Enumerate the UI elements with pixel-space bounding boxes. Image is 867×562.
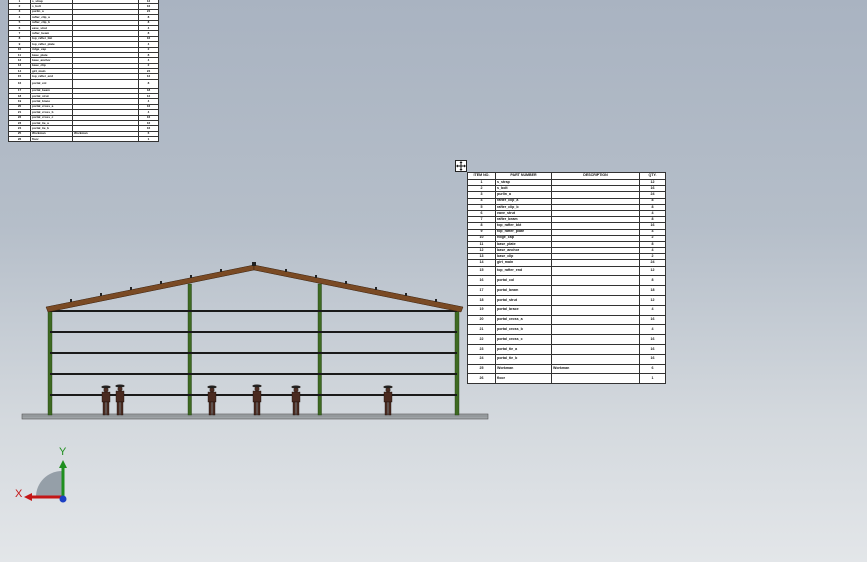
part-number-cell: portal_cross_c — [495, 334, 552, 345]
description-cell — [551, 295, 640, 306]
table-row: 26 floor 1 — [467, 373, 666, 385]
part-number-cell: portal_col — [30, 78, 73, 89]
table-row: 19 portal_brace 4 — [467, 304, 666, 316]
part-number-cell: portal_tie_a — [495, 344, 552, 355]
qty-cell: 16 — [639, 314, 666, 326]
header-item-no: ITEM NO. — [467, 172, 496, 180]
qty-cell: 6 — [639, 363, 666, 375]
table-row: 25 Workman Workman 6 — [467, 363, 666, 375]
part-number-cell: portal_col — [495, 275, 552, 287]
qty-cell: 16 — [639, 353, 666, 365]
table-row: 24 portal_tie_b 16 — [467, 353, 666, 365]
table-row: 15 top_rafter_end 12 — [467, 265, 666, 277]
item-no-cell: 17 — [467, 285, 496, 297]
triad-plane-xy — [36, 471, 62, 497]
qty-cell: 4 — [639, 304, 666, 316]
table-row: 16 portal_col 8 — [8, 78, 159, 89]
table-row: 16 portal_col 8 — [467, 275, 666, 287]
item-no-cell: 25 — [467, 363, 496, 375]
item-no-cell: 26 — [467, 373, 496, 385]
item-no-cell: 20 — [467, 314, 496, 326]
description-cell — [72, 78, 139, 89]
part-number-cell: Workman — [495, 363, 552, 375]
qty-cell: 1 — [138, 136, 159, 143]
table-row: 20 portal_cross_a 16 — [467, 314, 666, 326]
part-number-cell: portal_brace — [495, 304, 552, 316]
girts — [50, 310, 457, 396]
item-no-cell: 16 — [8, 78, 31, 89]
item-no-cell: 21 — [467, 324, 496, 336]
description-cell — [551, 353, 640, 365]
table-row: 22 portal_cross_c 16 — [467, 334, 666, 345]
description-cell — [551, 324, 640, 336]
axis-z-dot — [59, 495, 67, 503]
item-no-cell: 18 — [467, 295, 496, 306]
bom-table-top-left: 1 s_strap 12 2 s_bolt 16 3 purlin_a 24 4 rafter_cl… — [8, 0, 159, 143]
qty-cell: 4 — [639, 324, 666, 336]
workman-6 — [383, 385, 393, 416]
item-no-cell: 23 — [467, 344, 496, 355]
description-cell — [551, 265, 640, 277]
part-number-cell: portal_cross_a — [495, 314, 552, 326]
header-description: DESCRIPTION — [551, 172, 640, 180]
table-row: 18 portal_strut 12 — [467, 295, 666, 306]
workman-4 — [252, 384, 262, 416]
table-row: 23 portal_tie_a 16 — [467, 344, 666, 355]
qty-cell: 18 — [639, 285, 666, 297]
axis-x-arrow — [24, 493, 32, 501]
description-cell — [551, 285, 640, 297]
part-number-cell: floor — [495, 373, 552, 385]
table-row: 17 portal_beam 18 — [467, 285, 666, 297]
item-no-cell: 15 — [467, 265, 496, 277]
axis-y-label: Y — [59, 446, 67, 458]
column-right — [454, 307, 460, 416]
item-no-cell: 24 — [467, 353, 496, 365]
description-cell: Workman — [551, 363, 640, 375]
description-cell — [551, 275, 640, 287]
part-number-cell: portal_cross_b — [495, 324, 552, 336]
description-cell — [551, 373, 640, 385]
workman-1 — [101, 385, 111, 416]
qty-cell: 12 — [639, 265, 666, 277]
header-part-number: PART NUMBER — [495, 172, 552, 180]
item-no-cell: 22 — [467, 334, 496, 345]
rafter-right — [253, 264, 464, 313]
move-arrows-icon[interactable] — [455, 160, 467, 172]
table-row: 26 floor 1 — [8, 136, 159, 143]
qty-cell: 12 — [639, 295, 666, 306]
description-cell — [551, 314, 640, 326]
item-no-cell: 19 — [467, 304, 496, 316]
workmen — [101, 384, 393, 416]
workman-3 — [207, 385, 217, 416]
qty-cell: 1 — [639, 373, 666, 385]
description-cell — [551, 334, 640, 345]
bom-table-right[interactable]: ITEM NO. PART NUMBER DESCRIPTION QTY. 1s… — [467, 172, 666, 385]
table-row: 21 portal_cross_b 4 — [467, 324, 666, 336]
part-number-cell: top_rafter_end — [495, 265, 552, 277]
qty-cell: 16 — [639, 344, 666, 355]
item-no-cell: 26 — [8, 136, 31, 143]
part-number-cell: portal_tie_b — [495, 353, 552, 365]
header-qty: QTY. — [639, 172, 666, 180]
qty-cell: 16 — [639, 334, 666, 345]
column-left — [47, 307, 53, 416]
workman-2 — [115, 384, 125, 416]
qty-cell: 8 — [639, 275, 666, 287]
axis-y-arrow — [59, 460, 67, 468]
description-cell — [551, 344, 640, 355]
part-number-cell: portal_beam — [495, 285, 552, 297]
qty-cell: 8 — [138, 78, 159, 89]
description-cell — [72, 136, 139, 143]
workman-5 — [291, 385, 301, 416]
item-no-cell: 16 — [467, 275, 496, 287]
view-triad: X Y — [15, 446, 67, 503]
description-cell — [551, 304, 640, 316]
axis-x-label: X — [15, 488, 23, 500]
rafters — [45, 262, 464, 313]
rafter-left — [45, 264, 255, 313]
part-number-cell: portal_strut — [495, 295, 552, 306]
part-number-cell: floor — [30, 136, 73, 143]
